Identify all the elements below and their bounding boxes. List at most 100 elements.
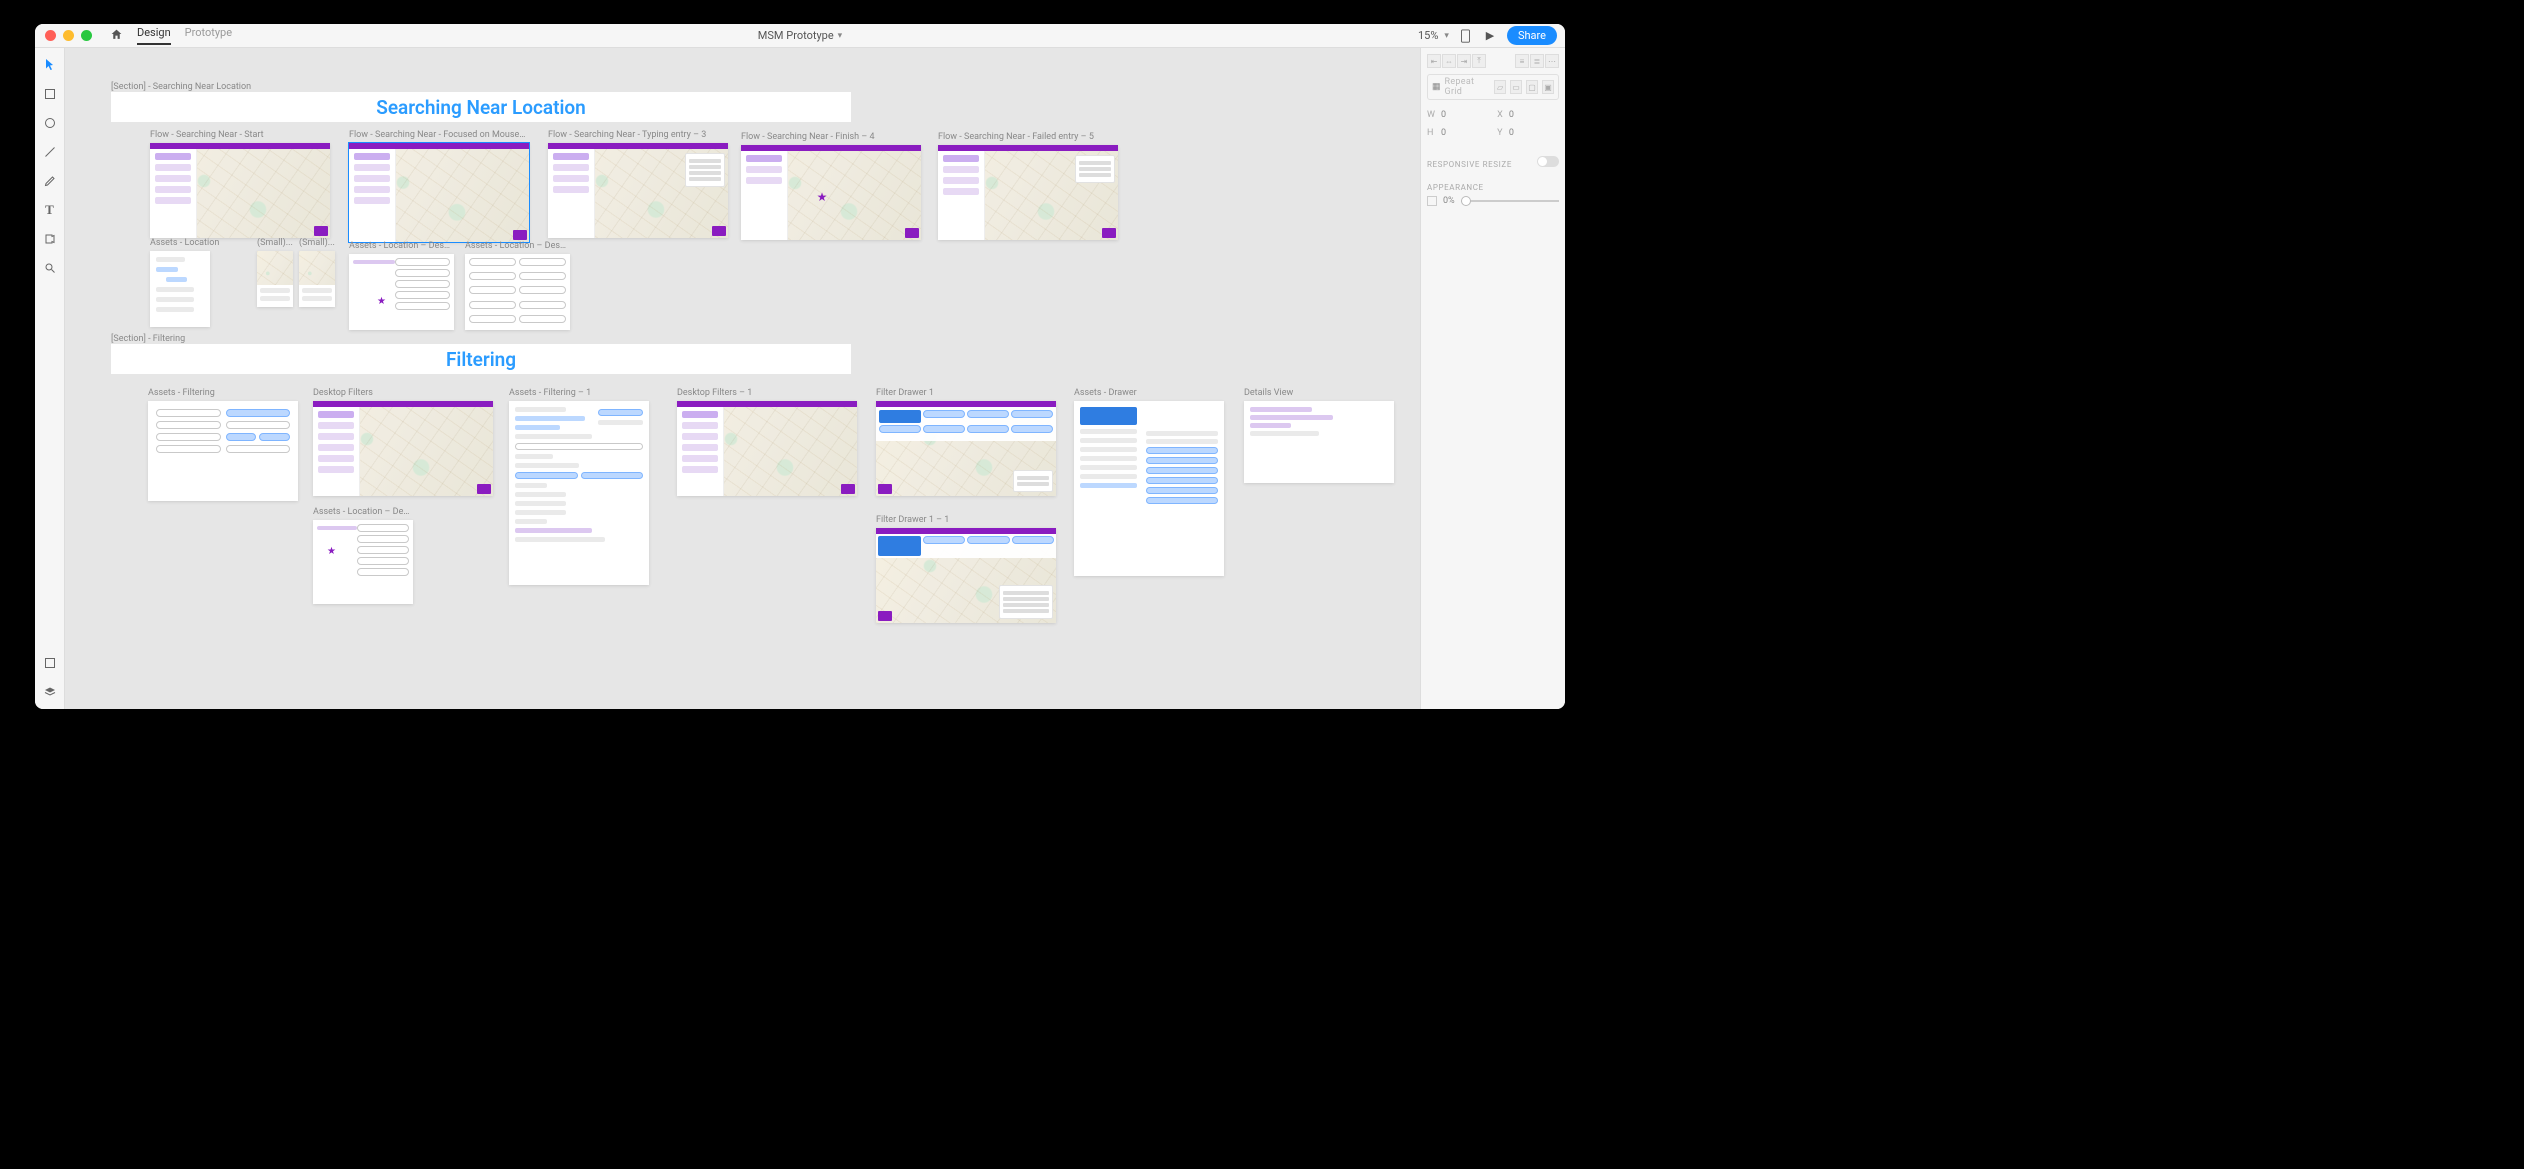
artboard[interactable]	[938, 145, 1118, 240]
responsive-resize-toggle[interactable]	[1537, 156, 1559, 167]
artboard[interactable]	[150, 251, 210, 327]
artboard-label: Assets - Location – Desktop – 2	[465, 241, 570, 251]
artboard-block[interactable]: Flow - Searching Near - Finish – 4 ★	[741, 132, 921, 240]
assets-panel-icon[interactable]	[41, 654, 59, 672]
artboard-label: Assets - Filtering	[148, 388, 298, 398]
artboard[interactable]	[509, 401, 649, 585]
section-title-box[interactable]: Searching Near Location	[111, 92, 851, 122]
artboard-block[interactable]: (Small)...	[299, 238, 337, 307]
device-preview-icon[interactable]	[1459, 29, 1473, 43]
play-icon[interactable]: ▶	[1483, 29, 1497, 43]
artboard[interactable]	[299, 251, 335, 307]
artboard-block[interactable]: Assets - Filtering – 1	[509, 388, 649, 585]
section-title: Filtering	[446, 348, 516, 371]
x-input[interactable]	[1509, 108, 1541, 122]
artboard-block[interactable]: Details View	[1244, 388, 1394, 483]
window-minimize-button[interactable]	[63, 30, 74, 41]
artboard[interactable]	[876, 528, 1056, 623]
grid-icon: ▦	[1432, 82, 1441, 92]
artboard[interactable]	[876, 401, 1056, 496]
repeat-grid-button[interactable]: ▦ Repeat Grid ▱ ▭ ▢ ▣	[1427, 74, 1559, 100]
responsive-resize-label: RESPONSIVE RESIZE	[1427, 160, 1512, 169]
artboard[interactable]	[148, 401, 298, 501]
artboard-block[interactable]: Assets - Location	[150, 238, 210, 327]
visibility-icon[interactable]	[1427, 196, 1437, 206]
artboard-label: Flow - Searching Near - Finish – 4	[741, 132, 921, 142]
opacity-row: 0%	[1427, 196, 1559, 206]
chevron-down-icon: ▾	[1444, 31, 1449, 41]
width-input[interactable]	[1441, 108, 1473, 122]
artboard-block[interactable]: Assets - Location – Desktop – 2	[465, 241, 570, 330]
document-title[interactable]: MSM Prototype ▾	[758, 29, 842, 42]
window-maximize-button[interactable]	[81, 30, 92, 41]
artboard-block[interactable]: Assets - Filtering	[148, 388, 298, 501]
distribute-v-icon[interactable]: ≣	[1530, 54, 1544, 68]
artboard-tool-icon[interactable]	[41, 230, 59, 248]
layers-panel-icon[interactable]	[41, 683, 59, 701]
appearance-label: APPEARANCE	[1427, 183, 1559, 192]
y-input[interactable]	[1509, 126, 1541, 140]
artboard[interactable]	[313, 401, 493, 496]
artboard-block[interactable]: Filter Drawer 1	[876, 388, 1056, 496]
artboard[interactable]	[677, 401, 857, 496]
artboard-label: Assets - Location – Desktop – 1	[313, 507, 413, 517]
window-close-button[interactable]	[45, 30, 56, 41]
artboard-block[interactable]: Flow - Searching Near - Failed entry – 5	[938, 132, 1118, 240]
align-right-icon[interactable]: ⇥	[1457, 54, 1471, 68]
share-button[interactable]: Share	[1507, 26, 1557, 45]
artboard-block[interactable]: Filter Drawer 1 – 1	[876, 515, 1056, 623]
rectangle-tool-icon[interactable]	[41, 85, 59, 103]
align-top-icon[interactable]: ⤒	[1472, 54, 1486, 68]
artboard-label: Details View	[1244, 388, 1394, 398]
zoom-selector[interactable]: 15% ▾	[1418, 29, 1449, 42]
artboard-block[interactable]: Flow - Searching Near - Focused on Mouse…	[349, 130, 529, 242]
ellipse-tool-icon[interactable]	[41, 114, 59, 132]
artboard[interactable]: ★	[741, 145, 921, 240]
artboard[interactable]	[150, 143, 330, 238]
artboard-block[interactable]: Assets - Drawer	[1074, 388, 1224, 576]
select-tool-icon[interactable]	[41, 56, 59, 74]
home-icon[interactable]	[110, 28, 123, 44]
opacity-value: 0%	[1443, 196, 1455, 206]
line-tool-icon[interactable]	[41, 143, 59, 161]
zoom-tool-icon[interactable]	[41, 259, 59, 277]
artboard[interactable]	[548, 143, 728, 238]
more-align-icon[interactable]: ⋯	[1545, 54, 1559, 68]
boolean-intersect-icon[interactable]: ▢	[1526, 80, 1538, 94]
artboard[interactable]	[257, 251, 293, 307]
artboard-block[interactable]: Flow - Searching Near - Start	[150, 130, 330, 238]
boolean-subtract-icon[interactable]: ▭	[1510, 80, 1522, 94]
canvas[interactable]: [Section] - Searching Near Location Sear…	[65, 48, 1420, 709]
opacity-slider[interactable]	[1461, 200, 1559, 202]
artboard-block[interactable]: Assets - Location – Desktop – 1 ★	[313, 507, 413, 604]
artboard[interactable]	[349, 143, 529, 242]
title-bar: Design Prototype MSM Prototype ▾ 15% ▾ ▶…	[35, 24, 1565, 48]
artboard-label: Assets - Location	[150, 238, 240, 248]
artboard-block[interactable]: Desktop Filters	[313, 388, 493, 496]
distribute-h-icon[interactable]: ≡	[1515, 54, 1529, 68]
align-left-icon[interactable]: ⇤	[1427, 54, 1441, 68]
boolean-exclude-icon[interactable]: ▣	[1542, 80, 1554, 94]
section-title-box[interactable]: Filtering	[111, 344, 851, 374]
height-input[interactable]	[1441, 126, 1473, 140]
align-tools: ⇤ ⇔ ⇥ ⤒ ≡ ≣ ⋯	[1427, 54, 1559, 68]
artboard-block[interactable]: Desktop Filters – 1	[677, 388, 857, 496]
align-hcenter-icon[interactable]: ⇔	[1442, 54, 1456, 68]
section-label: [Section] - Filtering	[111, 334, 185, 344]
pen-tool-icon[interactable]	[41, 172, 59, 190]
document-title-text: MSM Prototype	[758, 29, 834, 42]
artboard[interactable]: ★	[349, 254, 454, 330]
boolean-add-icon[interactable]: ▱	[1494, 80, 1506, 94]
artboard-label: Flow - Searching Near - Focused on Mouse…	[349, 130, 529, 140]
tab-design[interactable]: Design	[137, 26, 171, 45]
text-tool-icon[interactable]: T	[41, 201, 59, 219]
artboard[interactable]: ★	[313, 520, 413, 604]
artboard[interactable]	[1074, 401, 1224, 576]
artboard[interactable]	[1244, 401, 1394, 483]
artboard[interactable]	[465, 254, 570, 330]
artboard-block[interactable]: (Small)...	[257, 238, 295, 307]
tab-prototype[interactable]: Prototype	[185, 26, 232, 45]
artboard-block[interactable]: Assets - Location – Desktop ★	[349, 241, 454, 330]
artboard-label: Filter Drawer 1	[876, 388, 1056, 398]
artboard-block[interactable]: Flow - Searching Near - Typing entry – 3	[548, 130, 728, 238]
